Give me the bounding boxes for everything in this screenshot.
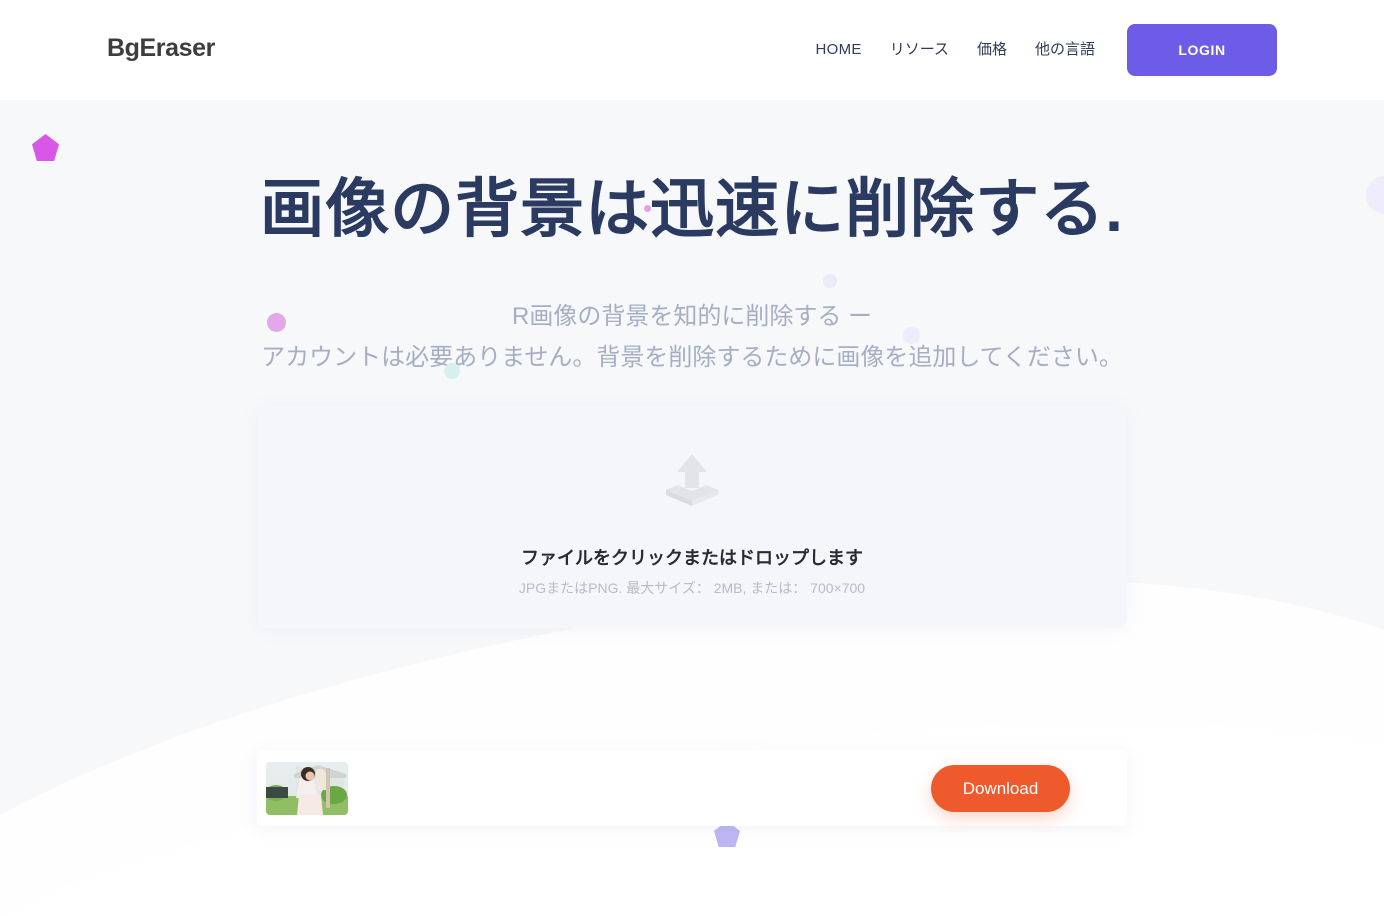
- subtitle-line-1: R画像の背景を知的に削除する ー: [512, 303, 872, 330]
- page-title: 画像の背景は迅速に削除する.: [260, 173, 1124, 245]
- nav-item-resources[interactable]: リソース: [876, 24, 963, 76]
- nav-item-home[interactable]: HOME: [802, 24, 876, 76]
- deco-pentagon-magenta-top-left: [32, 134, 59, 161]
- hero-content: 画像の背景は迅速に削除する. R画像の背景を知的に削除する ー アカウントは必要…: [0, 100, 1384, 916]
- nav-item-pricing[interactable]: 価格: [963, 24, 1021, 76]
- main-navigation: HOME リソース 価格 他の言語 LOGIN: [802, 24, 1277, 76]
- page-root: BgEraser HOME リソース 価格 他の言語 LOGIN 画像の背景は迅…: [0, 0, 1384, 916]
- nav-item-other-languages[interactable]: 他の言語: [1021, 24, 1109, 76]
- file-dropzone[interactable]: ファイルをクリックまたはドロップします JPGまたはPNG. 最大サイズ： 2M…: [257, 406, 1127, 628]
- subtitle-line-2: アカウントは必要ありません。背景を削除するために画像を追加してください。: [261, 344, 1123, 372]
- site-header: BgEraser HOME リソース 価格 他の言語 LOGIN: [0, 0, 1384, 100]
- deco-dot-lavender-title-right: [823, 274, 837, 288]
- page-subtitle: R画像の背景を知的に削除する ー アカウントは必要ありません。背景を削除するため…: [0, 296, 1384, 379]
- dropzone-title: ファイルをクリックまたはドロップします: [521, 548, 863, 568]
- download-button[interactable]: Download: [931, 765, 1070, 812]
- brand-logo[interactable]: BgEraser: [107, 36, 215, 61]
- dropzone-hint: JPGまたはPNG. 最大サイズ： 2MB, または： 700×700: [518, 580, 866, 596]
- hero-section: 画像の背景は迅速に削除する. R画像の背景を知的に削除する ー アカウントは必要…: [0, 100, 1384, 916]
- upload-icon: [661, 450, 723, 512]
- uploaded-image-thumbnail[interactable]: [266, 762, 348, 815]
- login-button[interactable]: LOGIN: [1127, 24, 1277, 76]
- result-row: Download: [257, 750, 1127, 826]
